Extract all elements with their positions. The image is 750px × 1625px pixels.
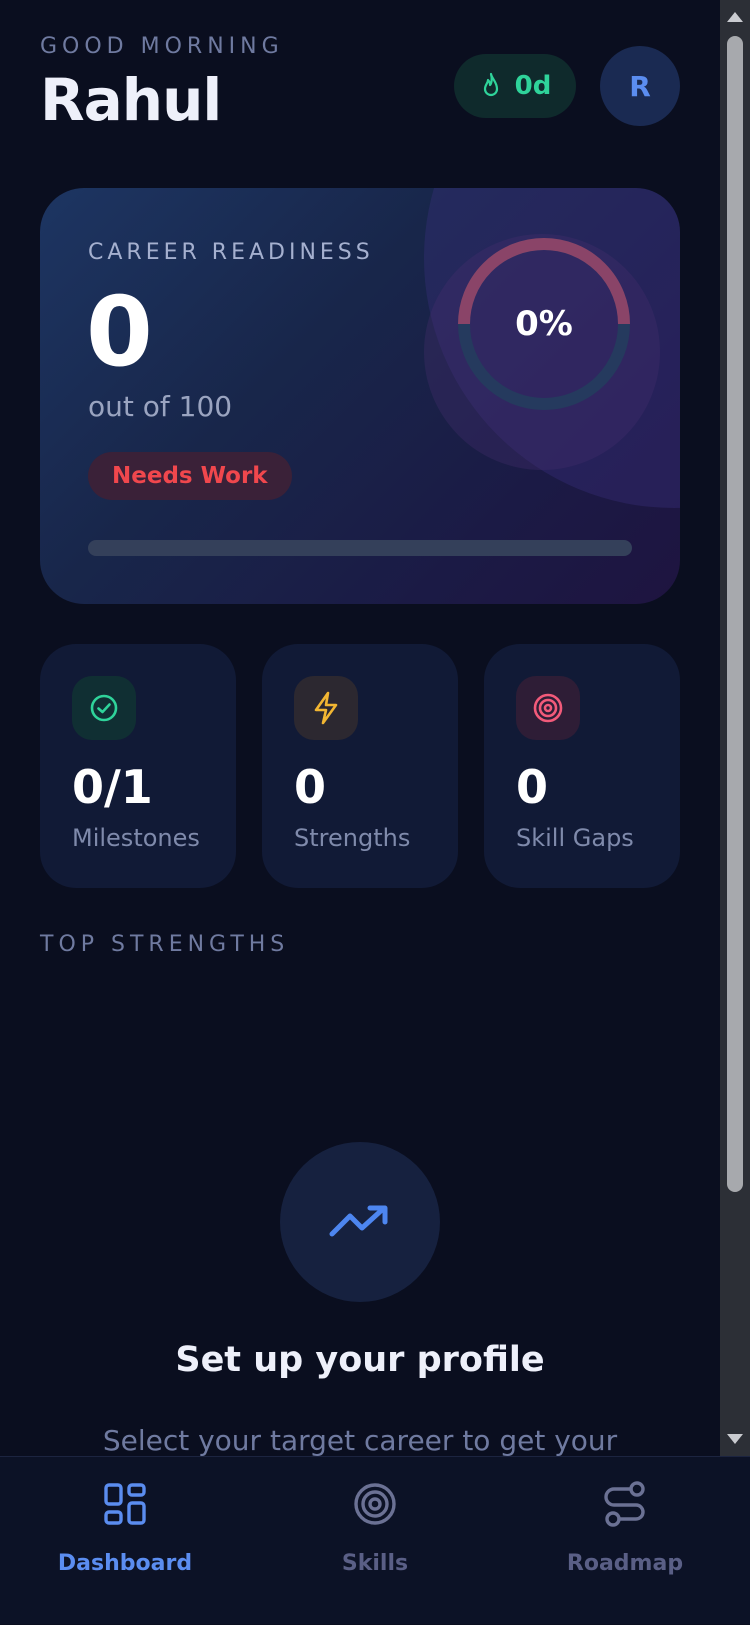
scroll-up-arrow-icon[interactable]: [727, 12, 743, 22]
readiness-label: CAREER READINESS: [88, 240, 374, 265]
trending-up-icon: [329, 1205, 388, 1237]
top-strengths-title: TOP STRENGTHS: [40, 932, 290, 957]
nav-label: Roadmap: [566, 1551, 684, 1576]
flame-icon: [483, 72, 498, 97]
readiness-out-of: out of 100: [88, 390, 233, 423]
nav-item-skills[interactable]: Skills: [250, 1457, 500, 1625]
readiness-progress-bar: [88, 540, 632, 556]
route-icon: [604, 1481, 645, 1527]
nav-label: Skills: [341, 1551, 409, 1576]
avatar[interactable]: R: [600, 46, 680, 126]
empty-state-title: Set up your profile: [175, 1340, 545, 1380]
readiness-percent: 0%: [515, 304, 573, 344]
greeting: GOOD MORNING: [40, 34, 284, 59]
career-readiness-card[interactable]: CAREER READINESS 0 out of 100 Needs Work…: [40, 188, 680, 604]
streak-value: 0d: [514, 71, 552, 101]
check-circle-icon: [72, 676, 136, 740]
readiness-score: 0: [86, 276, 153, 388]
status-badge: Needs Work: [88, 452, 292, 500]
vertical-scrollbar[interactable]: [720, 0, 750, 1456]
stat-label: Skill Gaps: [516, 824, 634, 852]
scrollbar-thumb[interactable]: [727, 36, 743, 1192]
stat-card-milestones[interactable]: 0/1 Milestones: [40, 644, 236, 888]
lightning-icon: [294, 676, 358, 740]
nav-label: Dashboard: [57, 1551, 193, 1576]
stat-card-skill-gaps[interactable]: 0 Skill Gaps: [484, 644, 680, 888]
empty-state-description: Select your target career to get your: [102, 1424, 618, 1456]
avatar-initial: R: [629, 69, 651, 103]
stat-label: Milestones: [72, 824, 200, 852]
stat-value: 0: [294, 760, 327, 814]
stat-card-strengths[interactable]: 0 Strengths: [262, 644, 458, 888]
stat-label: Strengths: [294, 824, 411, 852]
nav-item-roadmap[interactable]: Roadmap: [500, 1457, 750, 1625]
target-icon: [516, 676, 580, 740]
main-scroll-area[interactable]: GOOD MORNING Rahul 0d R CAREER READINESS…: [0, 0, 720, 1456]
nav-item-dashboard[interactable]: Dashboard: [0, 1457, 250, 1625]
stat-value: 0/1: [72, 760, 153, 814]
streak-badge[interactable]: 0d: [454, 54, 576, 118]
stat-value: 0: [516, 760, 549, 814]
user-name: Rahul: [40, 66, 222, 134]
target-icon: [354, 1483, 396, 1525]
grid-icon: [104, 1483, 146, 1525]
scroll-down-arrow-icon[interactable]: [727, 1434, 743, 1444]
bottom-navigation: Dashboard Skills Roadmap: [0, 1456, 750, 1624]
empty-state-illustration: [280, 1142, 440, 1302]
